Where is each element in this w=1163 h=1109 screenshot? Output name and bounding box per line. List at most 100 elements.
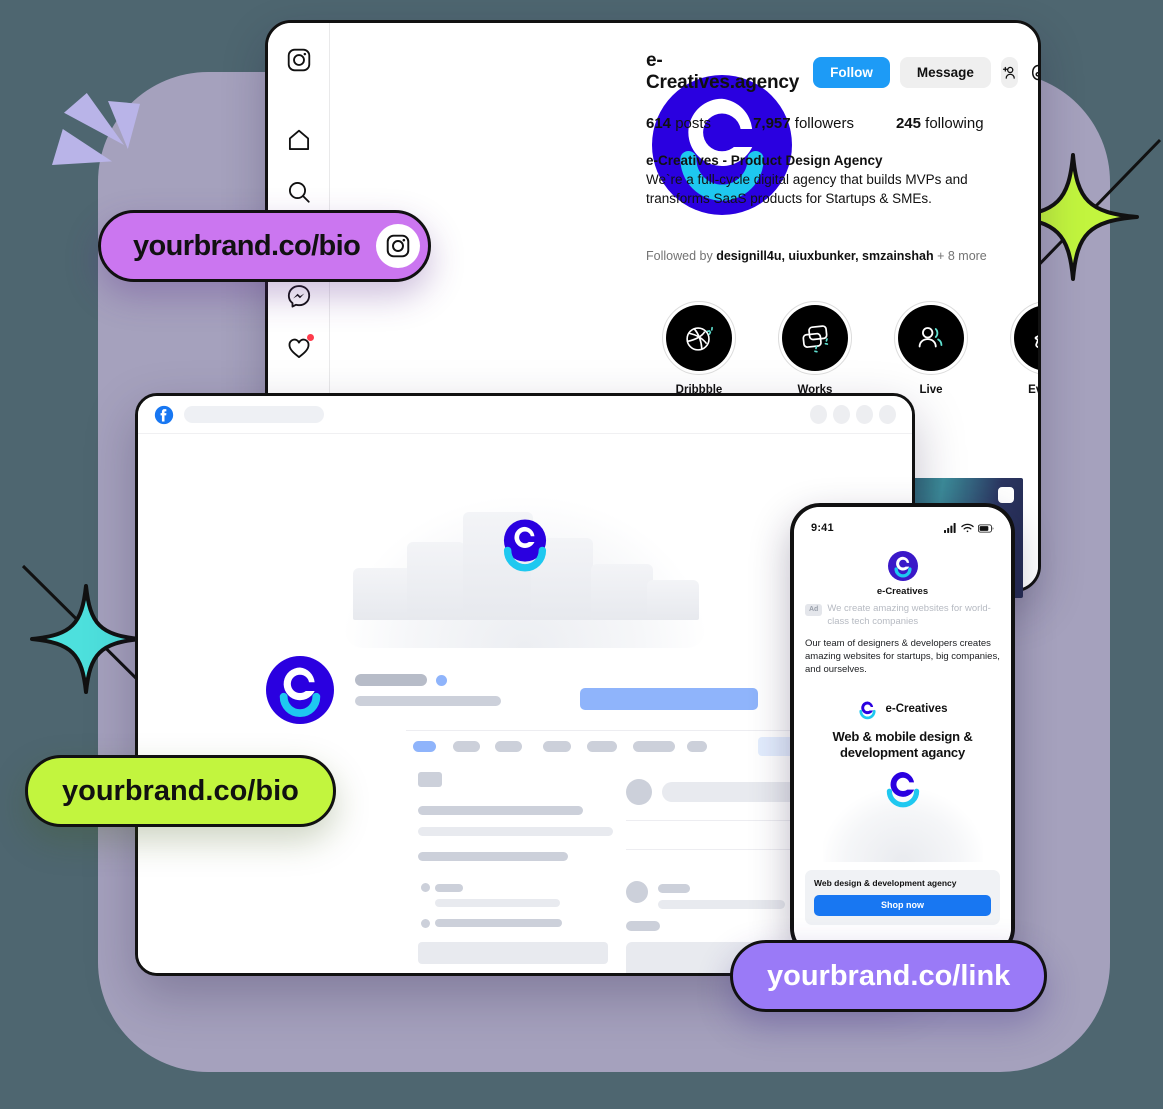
highlight-dribbble[interactable]: Dribbble [660, 301, 738, 396]
home-icon[interactable] [286, 127, 312, 153]
pill-yourbrand-link[interactable]: yourbrand.co/link [730, 940, 1048, 1012]
highlight-label: Events [1028, 384, 1038, 396]
skeleton-line [418, 806, 583, 815]
facebook-icon[interactable] [154, 405, 174, 425]
stat-posts-label: posts [675, 115, 712, 132]
ad-headline: We create amazing websites for world-cla… [827, 603, 991, 627]
skeleton-chip [633, 741, 675, 752]
instagram-icon [376, 224, 421, 268]
skeleton-line [658, 900, 785, 909]
phone-mockup: 9:41 e-Creatives Ad We create amazing we… [790, 503, 1015, 958]
skeleton-chip [418, 772, 442, 787]
message-button[interactable]: Message [899, 56, 991, 88]
hero-logo [494, 512, 556, 574]
ad-logo-word: e-Creatives [885, 703, 948, 716]
card-brand-logo [266, 656, 334, 724]
highlight-events[interactable]: Events [1008, 301, 1038, 396]
instagram-logo-icon[interactable] [286, 47, 312, 73]
megaphone-icon [1034, 335, 1038, 348]
pill-label: yourbrand.co/bio [62, 774, 299, 807]
hero-brand-logo [883, 768, 923, 808]
layers-icon [802, 325, 829, 353]
skeleton-line [658, 884, 690, 893]
highlight-ring [778, 301, 852, 375]
skeleton-chip [413, 741, 436, 752]
followed-by: Followed by designill4u, uiuxbunker, smz… [646, 249, 1018, 263]
stat-posts: 614 posts [646, 115, 711, 132]
triangles-decoration [52, 93, 142, 165]
skeleton-line [418, 852, 568, 861]
ad-hero-illustration [805, 768, 1000, 868]
profile-stats: 614 posts 7,957 followers 245 following [646, 115, 1018, 132]
profile-bio: e-Creatives - Product Design Agency We`r… [646, 152, 1018, 209]
followed-by-more[interactable]: + 8 more [934, 249, 987, 263]
skeleton-dot [436, 675, 447, 686]
skeleton-chip [453, 741, 480, 752]
skeleton-chip [543, 741, 571, 752]
messenger-icon[interactable] [286, 283, 312, 309]
stat-followers[interactable]: 7,957 followers [753, 115, 854, 132]
skeleton-dot [421, 919, 430, 928]
ad-headline-row: Ad We create amazing websites for world-… [805, 603, 1000, 629]
add-person-button[interactable] [1000, 56, 1018, 88]
battery-icon [978, 523, 994, 533]
phone-ad-brand: e-Creatives [805, 551, 1000, 597]
bio-text: We`re a full-cycle digital agency that b… [646, 171, 968, 206]
pill-yourbrand-bio-instagram[interactable]: yourbrand.co/bio [98, 210, 432, 282]
highlight-live[interactable]: Live [892, 301, 970, 396]
people-icon [918, 327, 943, 348]
skeleton-line [418, 827, 613, 836]
ad-cta-card: Web design & development agency Shop now [805, 869, 1000, 925]
triangle-shape [108, 101, 140, 149]
highlight-ring [1010, 301, 1038, 375]
window-button[interactable] [810, 405, 827, 424]
ad-badge: Ad [805, 604, 823, 616]
dribbble-icon [686, 326, 713, 351]
highlight-ring [894, 301, 968, 375]
notification-badge [306, 334, 314, 341]
wifi-icon [961, 523, 974, 533]
window-button[interactable] [833, 405, 850, 424]
window-button[interactable] [879, 405, 896, 424]
phone-screen: 9:41 e-Creatives Ad We create amazing we… [794, 507, 1011, 954]
pill-yourbrand-bio[interactable]: yourbrand.co/bio [25, 755, 336, 827]
skeleton-avatar [626, 779, 652, 805]
stat-followers-label: followers [794, 115, 854, 132]
skeleton-line [626, 921, 660, 931]
followed-by-names[interactable]: designill4u, uiuxbunker, smzainshah [716, 249, 933, 263]
stat-followers-value: 7,957 [753, 115, 791, 132]
skeleton-avatar [626, 881, 648, 903]
skeleton-line [435, 884, 463, 892]
status-icons [944, 523, 994, 533]
browser-toolbar [138, 396, 912, 434]
brand-logo [887, 551, 918, 581]
highlight-works[interactable]: Works [776, 301, 854, 396]
stat-following[interactable]: 245 following [896, 115, 984, 132]
stat-following-label: following [925, 115, 984, 132]
followed-by-prefix: Followed by [646, 248, 717, 263]
status-time: 9:41 [811, 522, 834, 534]
threads-icon[interactable] [1028, 57, 1038, 88]
address-bar[interactable] [184, 406, 324, 423]
skeleton-line [355, 696, 501, 706]
canvas: e-Creatives.agency Follow Message 614 po… [0, 0, 1163, 1109]
ad-brand-name[interactable]: e-Creatives [877, 586, 928, 597]
window-controls [810, 405, 896, 424]
triangle-shape [52, 129, 112, 165]
skeleton-chip [587, 741, 617, 752]
follow-button[interactable]: Follow [813, 56, 890, 88]
skeleton-button [580, 688, 758, 710]
notifications-heart-icon[interactable] [286, 334, 314, 361]
search-icon[interactable] [286, 179, 312, 205]
phone-status-bar: 9:41 [805, 513, 1000, 543]
cellular-signal-icon [944, 523, 956, 533]
profile-handle: e-Creatives.agency [646, 50, 800, 93]
skeleton-chip [687, 741, 707, 752]
ad-main-headline: Web & mobile design & development agancy [832, 728, 973, 761]
bio-title: e-Creatives - Product Design Agency [646, 153, 883, 168]
brand-logo-small [857, 699, 878, 720]
window-button[interactable] [856, 405, 873, 424]
shop-now-button[interactable]: Shop now [814, 894, 991, 916]
stat-posts-value: 614 [646, 115, 672, 132]
skeleton-block [418, 942, 608, 964]
